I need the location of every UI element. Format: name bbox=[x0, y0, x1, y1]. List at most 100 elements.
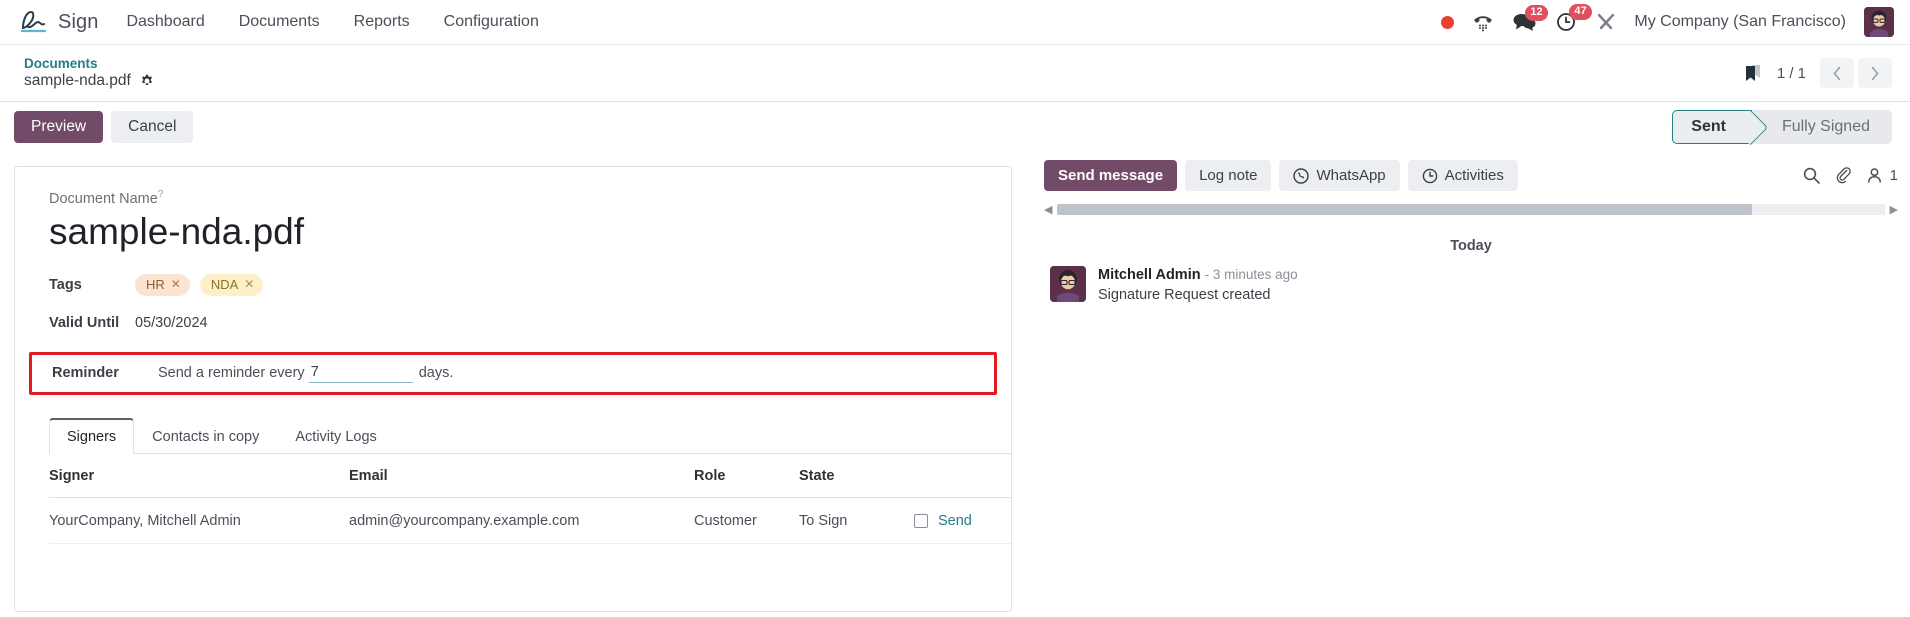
send-message-button[interactable]: Send message bbox=[1044, 160, 1178, 191]
messages-icon[interactable]: 12 bbox=[1512, 5, 1548, 32]
cancel-button[interactable]: Cancel bbox=[111, 111, 194, 143]
column-header-state: State bbox=[799, 453, 914, 498]
cell-signer-name: YourCompany, Mitchell Admin bbox=[49, 497, 349, 544]
column-header-signer: Signer bbox=[49, 453, 349, 498]
message-author[interactable]: Mitchell Admin bbox=[1098, 267, 1201, 283]
breadcrumb-parent-documents[interactable]: Documents bbox=[24, 56, 154, 71]
company-switcher[interactable]: My Company (San Francisco) bbox=[1634, 13, 1846, 31]
tag-remove-icon[interactable]: ✕ bbox=[171, 277, 181, 291]
reminder-highlight-box: Reminder Send a reminder every days. bbox=[29, 351, 997, 395]
nav-link-reports[interactable]: Reports bbox=[352, 9, 412, 35]
document-name-value[interactable]: sample-nda.pdf bbox=[15, 207, 1011, 266]
signature-logo-icon bbox=[20, 10, 47, 33]
preview-button[interactable]: Preview bbox=[14, 111, 104, 143]
column-header-email: Email bbox=[349, 453, 694, 498]
pager-next-button[interactable] bbox=[1858, 58, 1892, 88]
search-icon[interactable] bbox=[1802, 166, 1821, 185]
tag-nda[interactable]: NDA ✕ bbox=[199, 273, 264, 296]
tag-hr-label: HR bbox=[146, 276, 165, 292]
cell-signer-action: Send bbox=[914, 497, 1011, 544]
column-header-action bbox=[914, 453, 1011, 498]
valid-until-row: Valid Until 05/30/2024 bbox=[15, 304, 1011, 342]
recording-dot-icon[interactable] bbox=[1441, 15, 1455, 29]
chevron-right-icon bbox=[1871, 66, 1879, 80]
nav-link-documents[interactable]: Documents bbox=[237, 9, 322, 35]
status-badge-sent[interactable]: Sent bbox=[1672, 110, 1752, 144]
tags-label: Tags bbox=[49, 276, 82, 293]
activities-button[interactable]: Activities bbox=[1407, 160, 1518, 191]
activities-icon[interactable]: 47 bbox=[1556, 4, 1592, 33]
nav-link-dashboard[interactable]: Dashboard bbox=[124, 9, 206, 35]
table-row[interactable]: YourCompany, Mitchell Admin admin@yourco… bbox=[49, 497, 1011, 544]
activities-label: Activities bbox=[1444, 167, 1504, 184]
tags-row: Tags HR ✕ NDA ✕ bbox=[15, 266, 1011, 304]
avatar[interactable] bbox=[1864, 7, 1894, 37]
paperclip-icon[interactable] bbox=[1834, 166, 1853, 185]
breadcrumb: Documents sample-nda.pdf bbox=[24, 56, 154, 90]
bookmark-icon[interactable] bbox=[1743, 63, 1763, 83]
form-pane: Document Name? sample-nda.pdf Tags HR ✕ … bbox=[0, 152, 1030, 612]
pager-count: 1 / 1 bbox=[1776, 64, 1806, 82]
date-separator-today: Today bbox=[1450, 238, 1492, 254]
brand-home-link[interactable]: Sign bbox=[18, 9, 98, 35]
column-header-role: Role bbox=[694, 453, 799, 498]
chevron-left-icon bbox=[1833, 66, 1841, 80]
send-link[interactable]: Send bbox=[938, 513, 972, 529]
chatter-horizontal-scrollbar[interactable]: ◀ ▶ bbox=[1044, 203, 1898, 216]
followers-count: 1 bbox=[1889, 167, 1898, 184]
help-tooltip-icon[interactable]: ? bbox=[158, 189, 164, 200]
nav-link-configuration[interactable]: Configuration bbox=[442, 9, 541, 35]
top-navbar: Sign Dashboard Documents Reports Configu… bbox=[0, 0, 1910, 45]
message-body: Signature Request created bbox=[1098, 287, 1271, 303]
status-badge-fully-signed[interactable]: Fully Signed bbox=[1751, 110, 1892, 144]
followers-button[interactable]: 1 bbox=[1866, 167, 1898, 184]
clock-icon bbox=[1422, 168, 1437, 183]
table-header-row: Signer Email Role State bbox=[49, 453, 1011, 498]
checkbox-unchecked-icon[interactable] bbox=[914, 513, 928, 528]
valid-until-label: Valid Until bbox=[49, 314, 120, 331]
cell-signer-state: To Sign bbox=[799, 497, 914, 544]
record-pager-area: 1 / 1 bbox=[1743, 58, 1892, 88]
tag-nda-label: NDA bbox=[210, 276, 239, 292]
tag-hr[interactable]: HR ✕ bbox=[135, 273, 190, 296]
reminder-suffix-text: days. bbox=[418, 364, 454, 381]
avatar[interactable] bbox=[1050, 266, 1086, 302]
whatsapp-label: WhatsApp bbox=[1316, 167, 1386, 184]
scroll-right-arrow-icon[interactable]: ▶ bbox=[1890, 203, 1898, 216]
main-menu: Dashboard Documents Reports Configuratio… bbox=[124, 9, 540, 35]
chatter-icons: 1 bbox=[1802, 166, 1898, 185]
pager-previous-button[interactable] bbox=[1820, 58, 1854, 88]
tab-activity-logs[interactable]: Activity Logs bbox=[277, 419, 394, 454]
log-note-button[interactable]: Log note bbox=[1185, 160, 1272, 191]
chatter-pane: Send message Log note WhatsApp Activitie… bbox=[1030, 152, 1910, 612]
gear-icon[interactable] bbox=[140, 74, 154, 88]
scroll-left-arrow-icon[interactable]: ◀ bbox=[1044, 203, 1052, 216]
document-name-label: Document Name? bbox=[49, 189, 164, 207]
reminder-days-input[interactable] bbox=[308, 362, 413, 383]
main-content: Document Name? sample-nda.pdf Tags HR ✕ … bbox=[0, 152, 1910, 612]
tab-contacts-in-copy[interactable]: Contacts in copy bbox=[134, 419, 277, 454]
activities-badge: 47 bbox=[1569, 4, 1592, 20]
dialpad-phone-icon[interactable] bbox=[1472, 12, 1494, 32]
user-follower-icon bbox=[1867, 168, 1881, 183]
whatsapp-button[interactable]: WhatsApp bbox=[1279, 160, 1400, 191]
scrollbar-thumb[interactable] bbox=[1057, 204, 1753, 215]
tools-debug-icon[interactable] bbox=[1596, 12, 1616, 32]
tag-remove-icon[interactable]: ✕ bbox=[244, 277, 254, 291]
breadcrumb-current-record: sample-nda.pdf bbox=[24, 72, 131, 89]
whatsapp-icon bbox=[1293, 167, 1310, 184]
chatter-toolbar: Send message Log note WhatsApp Activitie… bbox=[1044, 160, 1898, 191]
breadcrumb-row: Documents sample-nda.pdf 1 / 1 bbox=[0, 45, 1910, 101]
form-sheet: Document Name? sample-nda.pdf Tags HR ✕ … bbox=[14, 166, 1012, 612]
cell-signer-role: Customer bbox=[694, 497, 799, 544]
reminder-prefix-text: Send a reminder every bbox=[158, 364, 305, 381]
brand-name: Sign bbox=[58, 10, 99, 33]
control-panel: Preview Cancel Sent Fully Signed bbox=[0, 101, 1910, 152]
status-bar: Sent Fully Signed bbox=[1672, 110, 1892, 144]
valid-until-value[interactable]: 05/30/2024 bbox=[135, 315, 208, 331]
scrollbar-track[interactable] bbox=[1057, 204, 1885, 215]
form-notebook-tabs: Signers Contacts in copy Activity Logs bbox=[49, 417, 1011, 454]
reminder-label: Reminder bbox=[52, 364, 119, 381]
signers-table: Signer Email Role State YourCompany, Mit… bbox=[49, 453, 1011, 544]
tab-signers[interactable]: Signers bbox=[49, 417, 135, 454]
